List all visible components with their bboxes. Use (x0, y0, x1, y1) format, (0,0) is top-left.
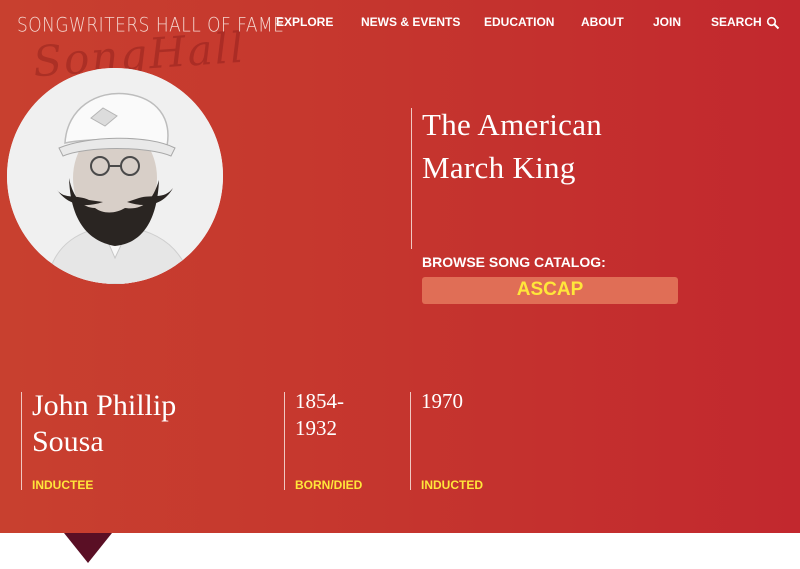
inductee-name-block: John Phillip Sousa INDUCTEE (21, 389, 252, 492)
inductee-name-line-1: John Phillip (32, 389, 177, 422)
tagline-line-2: March King (422, 150, 576, 185)
nav-education[interactable]: EDUCATION (484, 15, 554, 29)
inductee-name: John Phillip Sousa (32, 388, 176, 460)
inducted-block: 1970 INDUCTED (410, 389, 511, 492)
section-pointer-arrow (64, 533, 112, 563)
main-nav: EXPLORE NEWS & EVENTS EDUCATION ABOUT JO… (0, 15, 800, 31)
tagline-divider (411, 108, 412, 249)
nav-news-events[interactable]: NEWS & EVENTS (361, 15, 460, 29)
ascap-catalog-button[interactable]: ASCAP (422, 277, 678, 304)
nav-search[interactable]: SEARCH (711, 15, 780, 30)
nav-about[interactable]: ABOUT (581, 15, 624, 29)
tagline: The American March King (422, 103, 662, 189)
browse-catalog-label: BROWSE SONG CATALOG: (422, 254, 606, 270)
inductee-name-line-2: Sousa (32, 425, 104, 458)
inductee-label: INDUCTEE (32, 478, 94, 492)
born-died-label: BORN/DIED (295, 478, 363, 492)
search-icon (766, 16, 779, 30)
born-died-block: 1854- 1932 BORN/DIED (284, 389, 385, 492)
inducted-year: 1970 (421, 389, 463, 413)
died-year: 1932 (295, 416, 337, 440)
hero-section: SongHall SONGWRITERS HALL OF FAME EXPLOR… (0, 0, 800, 533)
nav-search-label: SEARCH (711, 15, 762, 29)
portrait-illustration (7, 68, 223, 284)
tagline-line-1: The American (422, 107, 603, 142)
inducted-label: INDUCTED (421, 478, 483, 492)
born-year: 1854- (295, 389, 344, 413)
born-died-years: 1854- 1932 (295, 388, 344, 442)
inductee-portrait (7, 68, 223, 284)
nav-explore[interactable]: EXPLORE (276, 15, 333, 29)
nav-join[interactable]: JOIN (653, 15, 681, 29)
